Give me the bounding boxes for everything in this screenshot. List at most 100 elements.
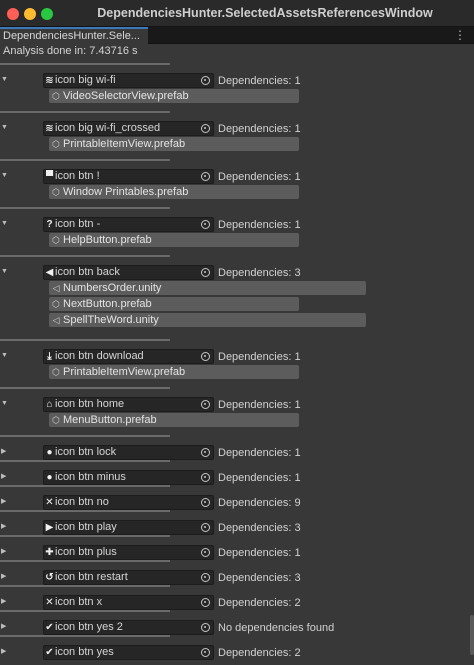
dependencies-count: Dependencies: 1: [218, 472, 301, 484]
zoom-window-button[interactable]: [41, 8, 53, 20]
asset-name: icon btn back: [55, 266, 120, 278]
asset-object-field[interactable]: ✔icon btn yes 2: [43, 620, 214, 635]
object-picker-icon[interactable]: [201, 124, 210, 133]
foldout-collapsed-icon[interactable]: ▶: [1, 647, 6, 657]
asset-name: icon btn home: [55, 398, 125, 410]
foldout-collapsed-icon[interactable]: ▶: [1, 472, 6, 482]
reference-name: PrintableItemView.prefab: [63, 366, 186, 378]
reference-item[interactable]: ⬡ MenuButton.prefab: [49, 413, 299, 427]
foldout-expanded-icon[interactable]: ▼: [1, 75, 8, 85]
reference-name: MenuButton.prefab: [63, 414, 157, 426]
dependencies-count: No dependencies found: [218, 622, 335, 634]
asset-object-field[interactable]: ? icon btn -: [43, 217, 214, 232]
foldout-collapsed-icon[interactable]: ▶: [1, 522, 6, 532]
object-picker-icon[interactable]: [201, 268, 210, 277]
object-picker-icon[interactable]: [201, 598, 210, 607]
entry-separator: [0, 159, 170, 161]
tab-selected-assets-references[interactable]: DependenciesHunter.Sele...: [0, 27, 148, 44]
foldout-expanded-icon[interactable]: ▼: [1, 123, 8, 133]
foldout-expanded-icon[interactable]: ▼: [1, 171, 8, 181]
object-picker-icon[interactable]: [201, 220, 210, 229]
entry-separator: [0, 635, 170, 637]
window-title: DependenciesHunter.SelectedAssetsReferen…: [97, 6, 433, 20]
restart-icon: ↺: [45, 572, 54, 583]
reference-name: HelpButton.prefab: [63, 234, 152, 246]
reference-item[interactable]: ⬡ NextButton.prefab: [49, 297, 299, 311]
reference-name: PrintableItemView.prefab: [63, 138, 186, 150]
entry-separator: [0, 460, 170, 462]
reference-item[interactable]: ⬡ HelpButton.prefab: [49, 233, 299, 247]
foldout-collapsed-icon[interactable]: ▶: [1, 622, 6, 632]
object-picker-icon[interactable]: [201, 448, 210, 457]
asset-object-field[interactable]: ↺icon btn restart: [43, 570, 214, 585]
question-icon: ?: [46, 219, 53, 230]
object-picker-icon[interactable]: [201, 648, 210, 657]
asset-object-field[interactable]: ✔icon btn yes: [43, 645, 214, 660]
object-picker-icon[interactable]: [201, 473, 210, 482]
kebab-menu-icon[interactable]: ⋮: [454, 28, 466, 42]
close-window-button[interactable]: [7, 8, 19, 20]
reference-item[interactable]: ⬡ Window Printables.prefab: [49, 185, 299, 199]
reference-item[interactable]: ⬡ VideoSelectorView.prefab: [49, 89, 299, 103]
minimize-window-button[interactable]: [24, 8, 36, 20]
object-picker-icon[interactable]: [201, 76, 210, 85]
entry-separator: [0, 485, 170, 487]
asset-object-field[interactable]: ◀ icon btn back: [43, 265, 214, 280]
asset-object-field[interactable]: ● icon btn minus: [43, 470, 214, 485]
asset-object-field[interactable]: ▀ icon btn !: [43, 169, 214, 184]
dependencies-count: Dependencies: 1: [218, 75, 301, 87]
asset-name: icon btn -: [55, 218, 101, 230]
object-picker-icon[interactable]: [201, 498, 210, 507]
references-panel: Analysis done in: 7.43716 s ▼ ≋icon big w…: [0, 44, 474, 665]
reference-item[interactable]: ◁ NumbersOrder.unity: [49, 281, 366, 295]
minus-icon: ●: [46, 472, 53, 483]
asset-name: icon big wi-fi: [55, 74, 116, 86]
entry-separator: [0, 510, 170, 512]
asset-object-field[interactable]: ≋icon big wi-fi: [43, 73, 214, 88]
object-picker-icon[interactable]: [201, 352, 210, 361]
check-icon: ✔: [45, 622, 54, 633]
foldout-collapsed-icon[interactable]: ▶: [1, 447, 6, 457]
cross-icon: ✕: [45, 497, 54, 508]
asset-object-field[interactable]: ▶ icon btn play: [43, 520, 214, 535]
cross-icon: ✕: [45, 597, 54, 608]
object-picker-icon[interactable]: [201, 400, 210, 409]
foldout-expanded-icon[interactable]: ▼: [1, 267, 8, 277]
reference-name: SpellTheWord.unity: [63, 314, 159, 326]
reference-name: NumbersOrder.unity: [63, 282, 162, 294]
dependencies-count: Dependencies: 1: [218, 171, 301, 183]
entry-separator: [0, 535, 170, 537]
play-icon: ▶: [45, 522, 54, 533]
vertical-scrollbar-thumb[interactable]: [470, 615, 474, 655]
reference-name: NextButton.prefab: [63, 298, 152, 310]
asset-object-field[interactable]: ≋icon big wi-fi_crossed: [43, 121, 214, 136]
asset-object-field[interactable]: ● icon btn lock: [43, 445, 214, 460]
asset-object-field[interactable]: ✚icon btn plus: [43, 545, 214, 560]
foldout-expanded-icon[interactable]: ▼: [1, 351, 8, 361]
object-picker-icon[interactable]: [201, 523, 210, 532]
object-picker-icon[interactable]: [201, 573, 210, 582]
foldout-collapsed-icon[interactable]: ▶: [1, 572, 6, 582]
reference-item[interactable]: ⬡ PrintableItemView.prefab: [49, 365, 299, 379]
foldout-collapsed-icon[interactable]: ▶: [1, 497, 6, 507]
foldout-collapsed-icon[interactable]: ▶: [1, 597, 6, 607]
asset-object-field[interactable]: ⤓ icon btn download: [43, 349, 214, 364]
entry-separator: [0, 255, 170, 257]
object-picker-icon[interactable]: [201, 548, 210, 557]
asset-object-field[interactable]: ✕icon btn no: [43, 495, 214, 510]
dependencies-count: Dependencies: 3: [218, 522, 301, 534]
prefab-icon: ⬡: [52, 415, 60, 425]
home-icon: ⌂: [46, 399, 53, 410]
reference-item[interactable]: ⬡ PrintableItemView.prefab: [49, 137, 299, 151]
dependencies-count: Dependencies: 1: [218, 399, 301, 411]
object-picker-icon[interactable]: [201, 172, 210, 181]
foldout-collapsed-icon[interactable]: ▶: [1, 547, 6, 557]
asset-name: icon btn minus: [55, 471, 126, 483]
reference-item[interactable]: ◁ SpellTheWord.unity: [49, 313, 366, 327]
object-picker-icon[interactable]: [201, 623, 210, 632]
foldout-expanded-icon[interactable]: ▼: [1, 399, 8, 409]
foldout-expanded-icon[interactable]: ▼: [1, 219, 8, 229]
asset-name: icon btn download: [55, 350, 144, 362]
asset-object-field[interactable]: ✕icon btn x: [43, 595, 214, 610]
asset-object-field[interactable]: ⌂ icon btn home: [43, 397, 214, 412]
